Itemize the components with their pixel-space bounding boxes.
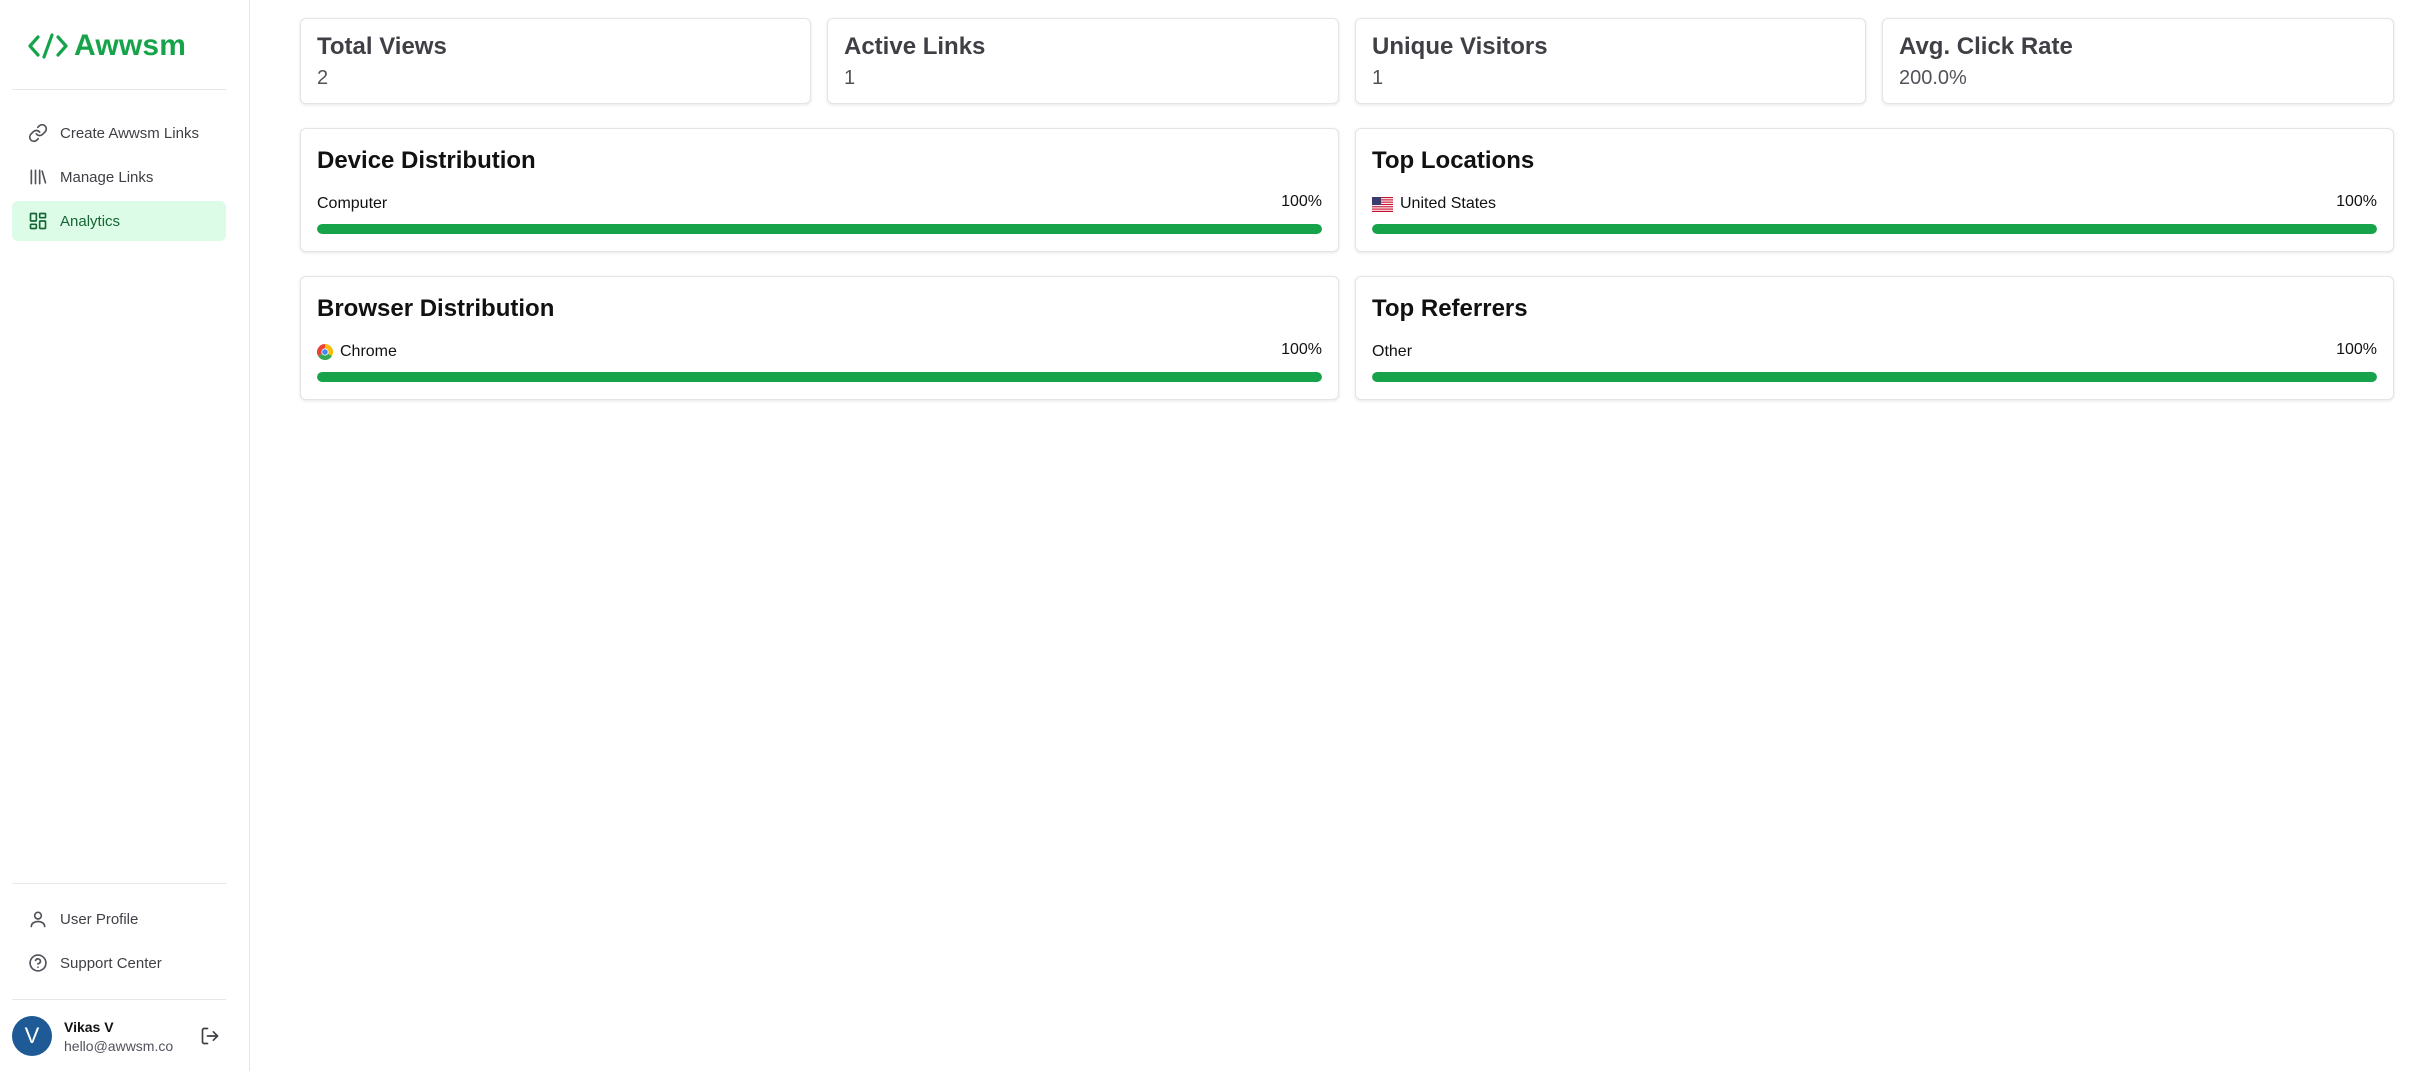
stat-value: 2 xyxy=(317,67,329,89)
sidebar-item-user-profile[interactable]: User Profile xyxy=(12,899,226,939)
help-circle-icon xyxy=(28,953,48,973)
dashboard-icon xyxy=(28,211,48,231)
stat-title: Active Links xyxy=(844,33,986,60)
row-percent: 100% xyxy=(2336,193,2377,210)
progress-track xyxy=(1372,224,2377,234)
progress-fill xyxy=(1372,224,2377,234)
browser-label: Chrome xyxy=(340,343,397,360)
divider xyxy=(12,89,226,90)
progress-track xyxy=(1372,372,2377,382)
main-nav: Create Awwsm Links Manage Links Analytic… xyxy=(12,113,226,245)
user-account: V Vikas V hello@awwsm.co xyxy=(12,1014,226,1058)
divider xyxy=(12,999,226,1000)
row-label: Other xyxy=(1372,343,1412,361)
progress-fill xyxy=(317,224,1322,234)
us-flag-icon xyxy=(1372,196,1393,212)
stat-value: 200.0% xyxy=(1899,67,1967,89)
stat-title: Unique Visitors xyxy=(1372,33,1548,60)
brand-logo[interactable]: Awwsm xyxy=(28,26,186,66)
sidebar-item-support-center[interactable]: Support Center xyxy=(12,943,226,983)
stat-title: Avg. Click Rate xyxy=(1899,33,2073,60)
user-name: Vikas V xyxy=(64,1018,114,1035)
sidebar-item-label: Manage Links xyxy=(60,168,154,186)
stat-value: 1 xyxy=(844,67,856,89)
stat-value: 1 xyxy=(1372,67,1384,89)
chrome-icon xyxy=(317,344,333,360)
library-icon xyxy=(28,167,48,187)
link-icon xyxy=(28,123,48,143)
card-title: Browser Distribution xyxy=(317,295,555,322)
row-label: Chrome xyxy=(317,343,397,361)
sidebar-item-manage-links[interactable]: Manage Links xyxy=(12,157,226,197)
row-percent: 100% xyxy=(2336,341,2377,358)
referrer-label: Other xyxy=(1372,343,1413,360)
browser-distribution-card: Browser Distribution Chrome 100% xyxy=(300,276,1339,400)
card-title: Device Distribution xyxy=(317,147,536,174)
bottom-nav: User Profile Support Center xyxy=(12,899,226,987)
user-email: hello@awwsm.co xyxy=(64,1037,174,1054)
row-percent: 100% xyxy=(1281,341,1322,358)
location-label: United States xyxy=(1400,195,1497,212)
row-label: Computer xyxy=(317,195,387,213)
sidebar-item-label: Create Awwsm Links xyxy=(60,124,199,142)
device-distribution-card: Device Distribution Computer 100% xyxy=(300,128,1339,252)
card-title: Top Referrers xyxy=(1372,295,1528,322)
divider xyxy=(12,883,226,884)
user-icon xyxy=(28,909,48,929)
sidebar-item-label: User Profile xyxy=(60,910,139,928)
row-percent: 100% xyxy=(1281,193,1322,210)
progress-track xyxy=(317,224,1322,234)
code-brackets-icon xyxy=(28,32,68,60)
progress-track xyxy=(317,372,1322,382)
device-label: Computer xyxy=(317,195,388,212)
stat-card-avg-click-rate: Avg. Click Rate 200.0% xyxy=(1882,18,2394,104)
brand-name: Awwsm xyxy=(74,29,187,62)
sidebar: Awwsm Create Awwsm Links Manage Links An… xyxy=(0,0,250,1071)
stat-card-unique-visitors: Unique Visitors 1 xyxy=(1355,18,1866,104)
stat-card-total-views: Total Views 2 xyxy=(300,18,811,104)
card-title: Top Locations xyxy=(1372,147,1535,174)
row-label: United States xyxy=(1372,195,1496,213)
sidebar-item-label: Analytics xyxy=(60,212,121,230)
progress-fill xyxy=(1372,372,2377,382)
sidebar-item-analytics[interactable]: Analytics xyxy=(12,201,226,241)
progress-fill xyxy=(317,372,1322,382)
logout-icon[interactable] xyxy=(200,1026,220,1046)
top-referrers-card: Top Referrers Other 100% xyxy=(1355,276,2394,400)
sidebar-item-create-links[interactable]: Create Awwsm Links xyxy=(12,113,226,153)
stat-card-active-links: Active Links 1 xyxy=(827,18,1339,104)
stat-title: Total Views xyxy=(317,33,447,60)
top-locations-card: Top Locations United States 100% xyxy=(1355,128,2394,252)
sidebar-item-label: Support Center xyxy=(60,954,162,972)
avatar[interactable]: V xyxy=(12,1016,52,1056)
